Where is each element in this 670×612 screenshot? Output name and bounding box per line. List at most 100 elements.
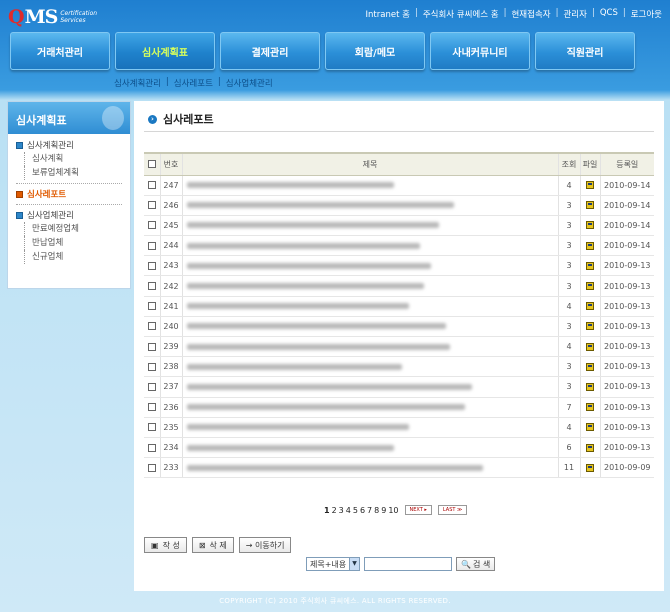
row-file[interactable] — [579, 296, 600, 317]
row-checkbox[interactable] — [147, 403, 156, 412]
qms-logo[interactable]: Q MS Certification Services — [8, 6, 97, 28]
table-row[interactable]: 244 3 2010-09-14 — [144, 235, 654, 257]
row-file[interactable] — [579, 417, 600, 438]
topnav-company-home[interactable]: 주식회사 큐씨에스 홈 — [423, 8, 499, 20]
row-checkbox[interactable] — [147, 181, 156, 190]
row-title[interactable] — [181, 195, 558, 216]
table-row[interactable]: 239 4 2010-09-13 — [144, 336, 654, 358]
sidebar-item-expiring-companies[interactable]: 만료예정업체 — [24, 222, 122, 236]
table-row[interactable]: 240 3 2010-09-13 — [144, 316, 654, 338]
row-file[interactable] — [579, 336, 600, 358]
search-button[interactable]: 🔍 검 색 — [456, 557, 496, 571]
sidebar-group-audit-plan-management[interactable]: 심사계획관리 — [16, 138, 122, 152]
row-checkbox[interactable] — [147, 362, 156, 371]
row-file[interactable] — [579, 437, 600, 459]
row-file[interactable] — [579, 316, 600, 338]
page-link[interactable]: 10 — [388, 506, 398, 515]
page-link[interactable]: 1 — [324, 506, 330, 515]
row-checkbox[interactable] — [147, 382, 156, 391]
row-title[interactable] — [181, 215, 558, 237]
sidebar-item-deferred-plan[interactable]: 보류업체계획 — [24, 166, 122, 180]
table-row[interactable]: 245 3 2010-09-14 — [144, 215, 654, 237]
next-page-button[interactable]: NEXT ▸ — [404, 505, 432, 515]
row-checkbox[interactable] — [147, 282, 156, 291]
tab-audit-plan[interactable]: 심사계획표 — [115, 32, 215, 70]
table-row[interactable]: 237 3 2010-09-13 — [144, 376, 654, 398]
row-file[interactable] — [579, 356, 600, 378]
page-link[interactable]: 5 — [353, 506, 358, 515]
tab-payment-management[interactable]: 결제관리 — [220, 32, 320, 70]
row-title[interactable] — [181, 437, 558, 459]
row-title[interactable] — [181, 275, 558, 297]
delete-button[interactable]: ⊠ 삭 제 — [191, 537, 234, 553]
row-checkbox[interactable] — [147, 322, 156, 331]
row-file[interactable] — [579, 275, 600, 297]
row-file[interactable] — [579, 235, 600, 257]
subnav-audit-company-management[interactable]: 심사업체관리 — [226, 77, 273, 89]
table-row[interactable]: 238 3 2010-09-13 — [144, 356, 654, 378]
last-page-button[interactable]: LAST ≫ — [437, 505, 468, 515]
row-title[interactable] — [181, 316, 558, 338]
write-button[interactable]: ▣ 작 성 — [144, 537, 187, 553]
table-row[interactable]: 233 11 2010-09-09 — [144, 457, 654, 479]
row-file[interactable] — [579, 255, 600, 277]
table-row[interactable]: 242 3 2010-09-13 — [144, 275, 654, 297]
table-row[interactable]: 241 4 2010-09-13 — [144, 296, 654, 317]
row-file[interactable] — [579, 175, 600, 196]
subnav-audit-plan-management[interactable]: 심사계획관리 — [114, 77, 161, 89]
topnav-current-users[interactable]: 현재접속자 — [511, 8, 550, 20]
subnav-audit-report[interactable]: 심사레포트 — [174, 77, 213, 89]
page-link[interactable]: 8 — [374, 506, 379, 515]
sidebar-item-returned-companies[interactable]: 반납업체 — [24, 236, 122, 250]
row-file[interactable] — [579, 397, 600, 418]
search-input[interactable] — [364, 557, 452, 571]
row-file[interactable] — [579, 195, 600, 216]
tab-circulation-memo[interactable]: 회람/메모 — [325, 32, 425, 70]
sidebar-item-new-companies[interactable]: 신규업체 — [24, 250, 122, 264]
tab-community[interactable]: 사내커뮤니티 — [430, 32, 530, 70]
page-link[interactable]: 2 — [332, 506, 337, 515]
page-link[interactable]: 7 — [367, 506, 372, 515]
table-row[interactable]: 236 7 2010-09-13 — [144, 397, 654, 418]
topnav-intranet-home[interactable]: Intranet 홈 — [366, 8, 410, 20]
select-all-checkbox[interactable] — [147, 160, 156, 169]
row-checkbox[interactable] — [147, 201, 156, 210]
row-title[interactable] — [181, 356, 558, 378]
table-row[interactable]: 247 4 2010-09-14 — [144, 175, 654, 196]
row-checkbox[interactable] — [147, 261, 156, 270]
table-row[interactable]: 243 3 2010-09-13 — [144, 255, 654, 277]
row-checkbox[interactable] — [147, 302, 156, 311]
move-button[interactable]: → 이동하기 — [238, 537, 292, 553]
row-title[interactable] — [181, 235, 558, 257]
row-title[interactable] — [181, 336, 558, 358]
row-file[interactable] — [579, 457, 600, 479]
row-title[interactable] — [181, 457, 558, 479]
row-checkbox[interactable] — [147, 463, 156, 472]
sidebar-group-audit-company-management[interactable]: 심사업체관리 — [16, 208, 122, 222]
row-title[interactable] — [181, 296, 558, 317]
table-row[interactable]: 234 6 2010-09-13 — [144, 437, 654, 459]
search-scope-select[interactable]: 제목+내용 ▼ — [306, 557, 360, 571]
page-link[interactable]: 6 — [360, 506, 365, 515]
tab-client-management[interactable]: 거래처관리 — [10, 32, 110, 70]
table-row[interactable]: 235 4 2010-09-13 — [144, 417, 654, 438]
row-title[interactable] — [181, 376, 558, 398]
tab-staff-management[interactable]: 직원관리 — [535, 32, 635, 70]
table-row[interactable]: 246 3 2010-09-14 — [144, 195, 654, 216]
sidebar-group-audit-report[interactable]: 심사레포트 — [16, 187, 122, 201]
row-title[interactable] — [181, 417, 558, 438]
topnav-qcs[interactable]: QCS — [600, 8, 618, 20]
row-checkbox[interactable] — [147, 423, 156, 432]
row-checkbox[interactable] — [147, 221, 156, 230]
row-checkbox[interactable] — [147, 443, 156, 452]
page-link[interactable]: 9 — [381, 506, 386, 515]
row-title[interactable] — [181, 397, 558, 418]
page-link[interactable]: 4 — [346, 506, 351, 515]
row-file[interactable] — [579, 376, 600, 398]
row-title[interactable] — [181, 175, 558, 196]
row-title[interactable] — [181, 255, 558, 277]
row-checkbox[interactable] — [147, 241, 156, 250]
row-file[interactable] — [579, 215, 600, 237]
topnav-admin[interactable]: 관리자 — [563, 8, 586, 20]
topnav-logout[interactable]: 로그아웃 — [631, 8, 662, 20]
